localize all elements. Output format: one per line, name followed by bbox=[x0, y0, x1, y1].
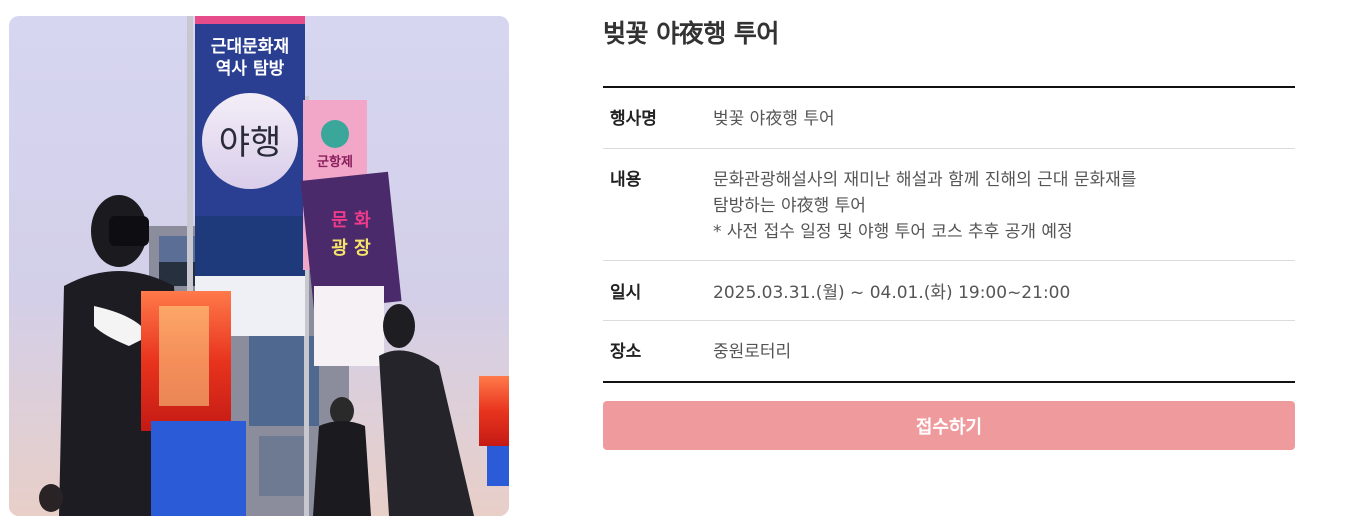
svg-text:역사 탐방: 역사 탐방 bbox=[216, 59, 285, 79]
content-line: * 사전 접수 일정 및 야행 투어 코스 추후 공개 예정 bbox=[713, 222, 1073, 242]
svg-text:문 화: 문 화 bbox=[331, 210, 371, 231]
content-line: 문화관광해설사의 재미난 해설과 함께 진해의 근대 문화재를 bbox=[713, 170, 1137, 190]
info-row-place: 장소 중원로터리 bbox=[603, 321, 1295, 381]
content-line: 탐방하는 야夜행 투어 bbox=[713, 196, 866, 216]
svg-text:야행: 야행 bbox=[219, 123, 282, 163]
info-row-name: 행사명 벚꽃 야夜행 투어 bbox=[603, 88, 1295, 149]
apply-button[interactable]: 접수하기 bbox=[603, 401, 1295, 450]
content-label: 내용 bbox=[610, 170, 642, 190]
svg-text:광 장: 광 장 bbox=[331, 238, 371, 259]
content-value: 문화관광해설사의 재미난 해설과 함께 진해의 근대 문화재를 탐방하는 야夜행… bbox=[713, 167, 1295, 260]
svg-text:근대문화재: 근대문화재 bbox=[211, 37, 289, 57]
date-value: 2025.03.31.(월) ~ 04.01.(화) 19:00~21:00 bbox=[713, 283, 1071, 303]
info-row-date: 일시 2025.03.31.(월) ~ 04.01.(화) 19:00~21:0… bbox=[603, 261, 1295, 321]
info-row-content: 내용 문화관광해설사의 재미난 해설과 함께 진해의 근대 문화재를 탐방하는 … bbox=[603, 149, 1295, 261]
event-info-table: 행사명 벚꽃 야夜행 투어 내용 문화관광해설사의 재미난 해설과 함께 진해의… bbox=[603, 86, 1295, 383]
event-photo: 근대문화재 역사 탐방 야행 군항제 문 화 광 장 bbox=[9, 16, 509, 516]
page-title: 벚꽃 야夜행 투어 bbox=[603, 19, 779, 48]
name-value: 벚꽃 야夜행 투어 bbox=[713, 109, 835, 129]
svg-text:군항제: 군항제 bbox=[317, 154, 353, 170]
place-label: 장소 bbox=[610, 342, 642, 362]
date-label: 일시 bbox=[610, 283, 642, 303]
name-label: 행사명 bbox=[610, 109, 657, 129]
place-value: 중원로터리 bbox=[713, 342, 792, 362]
